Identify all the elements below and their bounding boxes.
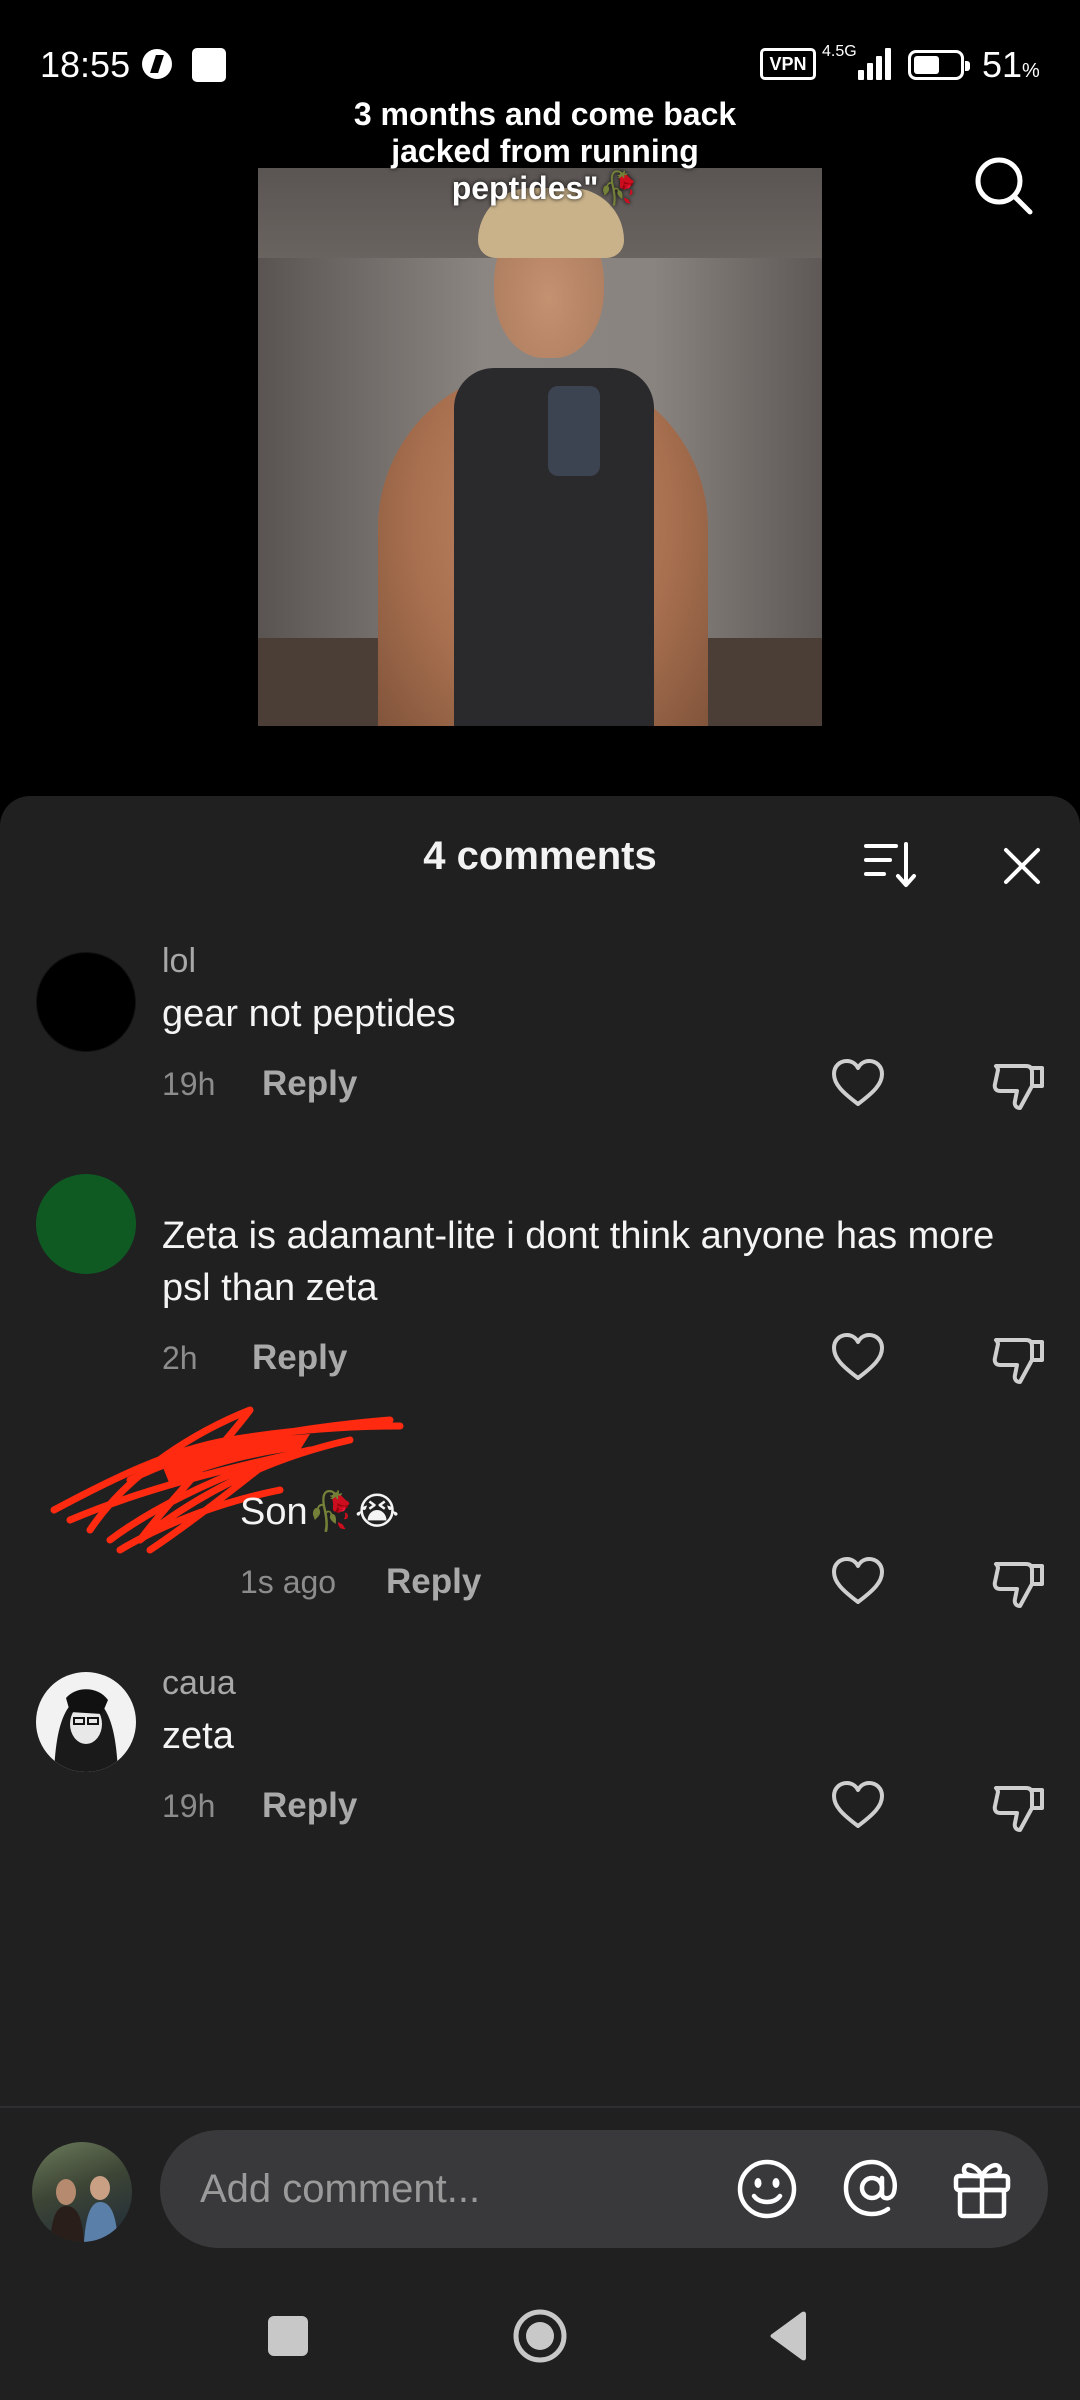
dislike-icon[interactable] bbox=[990, 1058, 1046, 1114]
at-icon[interactable] bbox=[840, 2156, 904, 2220]
sort-icon[interactable] bbox=[862, 836, 918, 892]
dislike-icon[interactable] bbox=[990, 1780, 1046, 1836]
dislike-icon[interactable] bbox=[990, 1332, 1046, 1388]
comment-avatar[interactable] bbox=[36, 952, 136, 1052]
comment-avatar[interactable] bbox=[36, 1174, 136, 1274]
video-thumbnail[interactable] bbox=[258, 168, 822, 726]
reply-button[interactable]: Reply bbox=[262, 1786, 357, 1826]
composer-divider bbox=[0, 2106, 1080, 2108]
vpn-badge: VPN bbox=[760, 48, 816, 80]
heart-icon[interactable] bbox=[830, 1778, 886, 1834]
heart-icon[interactable] bbox=[830, 1330, 886, 1386]
reply-button[interactable]: Reply bbox=[386, 1562, 481, 1602]
heart-icon[interactable] bbox=[830, 1554, 886, 1610]
heart-icon[interactable] bbox=[830, 1056, 886, 1112]
photo-avatar-icon bbox=[50, 2176, 118, 2242]
comment-time: 19h bbox=[162, 1788, 216, 1824]
comment-time: 1s ago bbox=[240, 1564, 337, 1600]
comment-username[interactable]: caua bbox=[162, 1664, 236, 1703]
comment-input-pill bbox=[160, 2130, 1048, 2248]
network-type: 4.5G bbox=[822, 43, 857, 60]
status-time: 18:55 bbox=[40, 44, 131, 85]
add-comment-input[interactable] bbox=[200, 2130, 700, 2248]
signal-icon bbox=[858, 46, 898, 80]
nav-recent-icon[interactable] bbox=[268, 2316, 308, 2356]
comment-text: Son🥀😭 bbox=[240, 1491, 400, 1533]
nav-back-icon[interactable] bbox=[766, 2310, 816, 2362]
reply-button[interactable]: Reply bbox=[252, 1338, 347, 1378]
comment-avatar[interactable] bbox=[36, 1672, 136, 1772]
redaction-scribble bbox=[50, 1406, 404, 1554]
comment-time: 2h bbox=[162, 1340, 198, 1376]
nav-home-icon[interactable] bbox=[512, 2308, 568, 2364]
notification-square-icon bbox=[192, 48, 226, 82]
comment-text: Zeta is adamant-lite i dont think anyone… bbox=[162, 1215, 995, 1309]
current-user-avatar[interactable] bbox=[32, 2142, 132, 2242]
comment-time: 19h bbox=[162, 1066, 216, 1102]
security-shield-icon bbox=[142, 49, 172, 79]
close-icon[interactable] bbox=[994, 838, 1050, 894]
video-caption: 3 months and come back jacked from runni… bbox=[353, 96, 737, 206]
comment-text: zeta bbox=[162, 1715, 234, 1757]
gift-icon[interactable] bbox=[950, 2154, 1014, 2220]
dislike-icon[interactable] bbox=[990, 1556, 1046, 1612]
battery-percent: 51% bbox=[982, 44, 1040, 85]
search-icon[interactable] bbox=[972, 154, 1036, 218]
comments-count-title: 4 comments bbox=[423, 834, 657, 878]
comment-text: gear not peptides bbox=[162, 993, 456, 1035]
battery-icon bbox=[908, 50, 970, 80]
video-phone bbox=[548, 386, 600, 476]
comment-username[interactable]: lol bbox=[162, 942, 196, 981]
emoji-icon[interactable] bbox=[736, 2158, 798, 2220]
reply-button[interactable]: Reply bbox=[262, 1064, 357, 1104]
anime-avatar-icon bbox=[54, 1689, 118, 1772]
